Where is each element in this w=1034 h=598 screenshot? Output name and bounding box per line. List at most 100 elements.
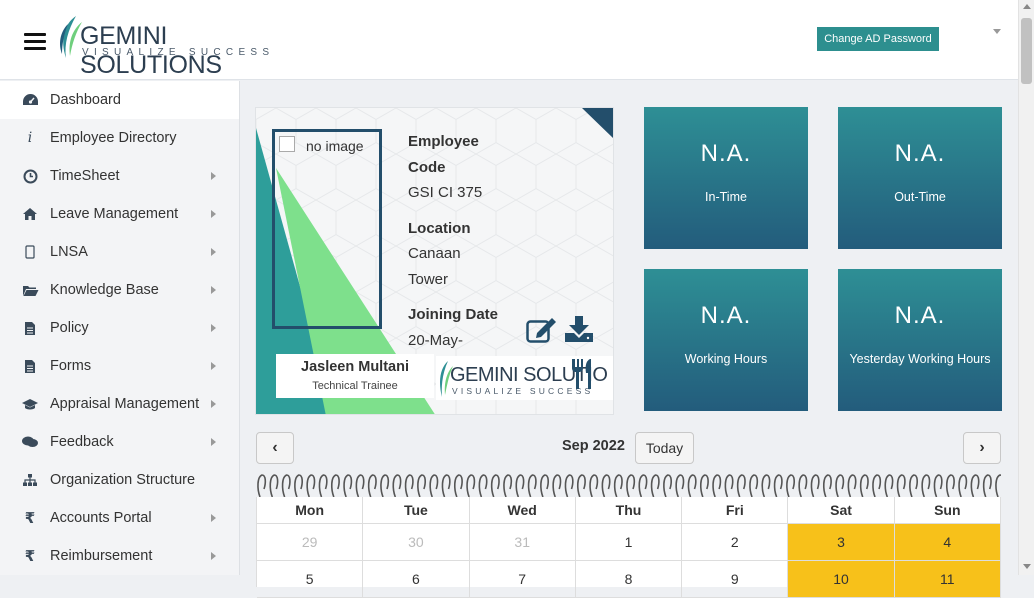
comments-icon <box>21 433 39 451</box>
sidebar-item-accounts-portal[interactable]: ₹ Accounts Portal <box>0 499 239 537</box>
working-hours-label: Working Hours <box>684 352 768 366</box>
scroll-thumb[interactable] <box>1021 18 1032 84</box>
sidebar-item-feedback[interactable]: Feedback <box>0 423 239 461</box>
out-time-tile: N.A. Out-Time <box>838 107 1002 249</box>
binding-ring <box>749 474 759 498</box>
location-label: Location <box>408 220 471 237</box>
binding-ring <box>306 474 316 498</box>
edit-icon[interactable] <box>526 316 558 344</box>
logo-tagline: VISUALIZE SUCCESS <box>82 47 275 58</box>
sidebar-item-forms[interactable]: Forms <box>0 347 239 385</box>
user-dropdown-caret-icon[interactable] <box>993 29 1001 34</box>
calendar-day-cell[interactable]: 31 <box>469 524 576 561</box>
calendar-week-row: 5 6 7 8 9 10 11 <box>257 561 1001 598</box>
binding-ring <box>773 474 783 498</box>
calendar-day-cell[interactable]: 7 <box>469 561 576 598</box>
sidebar-item-label: Organization Structure <box>50 472 196 488</box>
sidebar-item-appraisal-management[interactable]: Appraisal Management <box>0 385 239 423</box>
calendar-weekend-cell[interactable]: 10 <box>788 561 895 598</box>
binding-ring <box>822 474 832 498</box>
binding-ring <box>589 474 599 498</box>
sidebar-item-knowledge-base[interactable]: Knowledge Base <box>0 271 239 309</box>
sidebar-item-dashboard[interactable]: Dashboard <box>0 81 239 119</box>
working-hours-tile: N.A. Working Hours <box>644 269 808 411</box>
calendar-prev-button[interactable]: ‹ <box>256 432 294 464</box>
sidebar-item-organization-structure[interactable]: Organization Structure <box>0 461 239 499</box>
top-bar: GEMINI SOLUTIONS VISUALIZE SUCCESS Chang… <box>0 0 1018 80</box>
binding-ring <box>724 474 734 498</box>
sidebar-item-leave-management[interactable]: Leave Management <box>0 195 239 233</box>
binding-ring <box>909 474 919 498</box>
binding-ring <box>429 474 439 498</box>
binding-ring <box>453 474 463 498</box>
scroll-up-arrow-icon[interactable] <box>1023 4 1031 9</box>
download-icon[interactable] <box>564 315 594 343</box>
employee-designation: Technical Trainee <box>312 380 398 392</box>
employee-name-box: Jasleen Multani Technical Trainee <box>276 354 434 398</box>
weekday-header: Sat <box>788 497 895 524</box>
weekday-header: Wed <box>469 497 576 524</box>
calendar-next-button[interactable]: › <box>963 432 1001 464</box>
binding-ring <box>896 474 906 498</box>
weekday-header: Thu <box>575 497 683 524</box>
binding-ring <box>786 474 796 498</box>
calendar-day-cell[interactable]: 9 <box>682 561 789 598</box>
weekday-header: Tue <box>363 497 470 524</box>
binding-ring <box>552 474 562 498</box>
sidebar-item-label: TimeSheet <box>50 168 120 184</box>
sidebar-item-employee-directory[interactable]: i Employee Directory <box>0 119 239 157</box>
binding-ring <box>367 474 377 498</box>
weekday-header: Sun <box>894 497 1001 524</box>
calendar-weekend-cell[interactable]: 4 <box>894 524 1001 561</box>
change-ad-password-button[interactable]: Change AD Password <box>817 27 939 51</box>
calendar-day-cell[interactable]: 2 <box>682 524 789 561</box>
chevron-right-icon <box>211 362 216 370</box>
calendar-day-cell[interactable]: 5 <box>257 561 364 598</box>
document-icon <box>21 357 39 375</box>
out-time-label: Out-Time <box>894 190 946 204</box>
sidebar-item-label: Policy <box>50 320 89 336</box>
sidebar-item-lnsa[interactable]: LNSA <box>0 233 239 271</box>
calendar-today-button[interactable]: Today <box>635 432 694 464</box>
sidebar-item-reimbursement[interactable]: ₹ Reimbursement <box>0 537 239 575</box>
calendar-day-cell[interactable]: 30 <box>363 524 470 561</box>
binding-ring <box>404 474 414 498</box>
working-hours-value: N.A. <box>700 302 752 329</box>
binding-ring <box>761 474 771 498</box>
calendar-day-cell[interactable]: 1 <box>575 524 683 561</box>
binding-ring <box>576 474 586 498</box>
sidebar-item-policy[interactable]: Policy <box>0 309 239 347</box>
employee-code-label: Employee Code <box>408 133 479 176</box>
weekday-header: Fri <box>682 497 789 524</box>
binding-ring <box>355 474 365 498</box>
company-logo[interactable]: GEMINI SOLUTIONS VISUALIZE SUCCESS <box>54 14 294 79</box>
clock-icon <box>21 167 39 185</box>
calendar-day-cell[interactable]: 29 <box>257 524 364 561</box>
employee-profile-card: no image Employee Code GSI CI 375 Locati… <box>255 107 614 415</box>
calendar-weekend-cell[interactable]: 3 <box>788 524 895 561</box>
binding-ring <box>675 474 685 498</box>
sidebar-item-label: LNSA <box>50 244 88 260</box>
binding-ring <box>970 474 980 498</box>
binding-ring <box>613 474 623 498</box>
info-icon: i <box>27 130 33 146</box>
calendar-day-cell[interactable]: 8 <box>575 561 683 598</box>
scroll-down-arrow-icon[interactable] <box>1023 564 1031 569</box>
calendar-day-cell[interactable]: 6 <box>363 561 470 598</box>
sidebar-item-label: Leave Management <box>50 206 179 222</box>
chevron-right-icon <box>211 324 216 332</box>
out-time-value: N.A. <box>894 140 946 167</box>
binding-ring <box>380 474 390 498</box>
binding-ring <box>540 474 550 498</box>
location-value: Canaan Tower <box>408 245 461 288</box>
calendar-weekend-cell[interactable]: 11 <box>894 561 1001 598</box>
binding-ring <box>687 474 697 498</box>
page-scrollbar[interactable] <box>1018 0 1034 575</box>
chevron-right-icon <box>211 400 216 408</box>
sidebar-item-label: Reimbursement <box>50 548 153 564</box>
cutlery-icon <box>572 359 591 389</box>
menu-toggle-icon[interactable] <box>24 33 46 51</box>
calendar-month-title: Sep 2022 <box>562 438 625 454</box>
binding-ring <box>318 474 328 498</box>
sidebar-item-timesheet[interactable]: TimeSheet <box>0 157 239 195</box>
